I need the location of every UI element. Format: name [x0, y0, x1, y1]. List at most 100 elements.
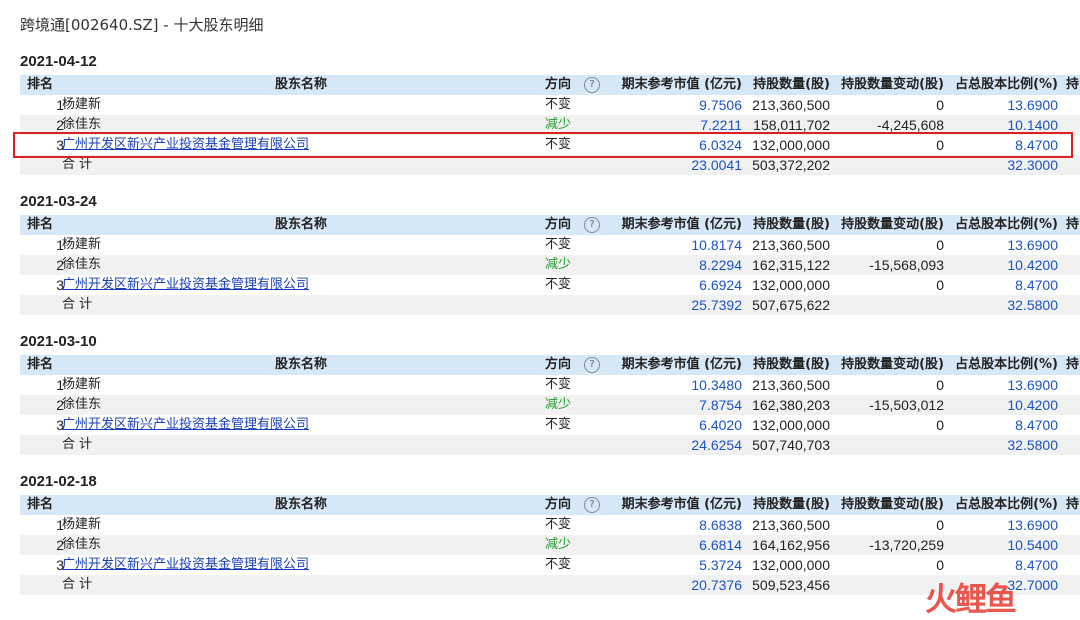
col-direction-header: 方向 [545, 357, 572, 372]
total-value-cell: 24.6254 [691, 437, 742, 453]
holder-name-link[interactable]: 广州开发区新兴产业投资基金管理有限公司 [62, 415, 309, 435]
col-shares-header: 持股数量(股) [753, 217, 830, 232]
watermark-logo: 火鲤鱼 [925, 580, 1017, 618]
col-rank-header: 排名 [27, 217, 54, 232]
direction-cell: 减少 [545, 397, 572, 412]
rank-cell: 3 [56, 417, 64, 433]
rank-cell: 2 [56, 397, 64, 413]
pct-cell: 8.4700 [1015, 277, 1058, 293]
shares-cell: 132,000,000 [752, 557, 830, 573]
change-cell: -15,568,093 [869, 257, 944, 273]
shares-cell: 213,360,500 [752, 377, 830, 393]
direction-cell: 不变 [545, 277, 572, 292]
holder-name-link[interactable]: 广州开发区新兴产业投资基金管理有限公司 [62, 275, 309, 295]
col-change-header: 持股数量变动(股) [841, 497, 944, 512]
rank-cell: 3 [56, 557, 64, 573]
section-date: 2021-03-24 [20, 193, 97, 210]
direction-cell: 不变 [545, 417, 572, 432]
rank-cell: 1 [56, 237, 64, 253]
col-direction-header: 方向 [545, 497, 572, 512]
change-cell: 0 [936, 557, 944, 573]
holder-name: 徐佳东 [62, 397, 102, 412]
col-shares-header: 持股数量(股) [753, 357, 830, 372]
col-value-header: 期末参考市值 (亿元) [621, 217, 742, 232]
col-shares-header: 持股数量(股) [753, 497, 830, 512]
shares-cell: 164,162,956 [752, 537, 830, 553]
rank-cell: 1 [56, 517, 64, 533]
holder-section: 2021-03-10 排名 股东名称 方向 期末参考市值 (亿元) 持股数量(股) 持股数量… [20, 332, 1080, 455]
value-cell: 10.8174 [691, 237, 742, 253]
holder-name: 杨建新 [62, 237, 102, 252]
value-cell: 6.6814 [699, 537, 742, 553]
total-value-cell: 25.7392 [691, 297, 742, 313]
rank-cell: 1 [56, 97, 64, 113]
change-cell: 0 [936, 517, 944, 533]
total-shares-cell: 503,372,202 [752, 157, 830, 173]
pct-cell: 13.6900 [1007, 97, 1058, 113]
direction-cell: 不变 [545, 237, 572, 252]
change-cell: 0 [936, 277, 944, 293]
change-cell: 0 [936, 417, 944, 433]
holder-name-link[interactable]: 广州开发区新兴产业投资基金管理有限公司 [62, 555, 309, 575]
change-cell: -13,720,259 [869, 537, 944, 553]
shares-cell: 162,315,122 [752, 257, 830, 273]
col-pct-header: 占总股本比例(%) [955, 77, 1058, 92]
help-icon[interactable]: ? [584, 77, 600, 93]
table-row: 1 杨建新 不变 9.7506 213,360,500 0 13.6900 [20, 95, 1080, 115]
section-date: 2021-02-18 [20, 473, 97, 490]
shares-cell: 213,360,500 [752, 237, 830, 253]
holder-name: 徐佳东 [62, 537, 102, 552]
holder-name: 杨建新 [62, 377, 102, 392]
col-truncated-header: 持 [1066, 497, 1080, 512]
change-cell: 0 [936, 97, 944, 113]
holder-name: 杨建新 [62, 517, 102, 532]
shares-cell: 162,380,203 [752, 397, 830, 413]
total-shares-cell: 507,675,622 [752, 297, 830, 313]
pct-cell: 8.4700 [1015, 417, 1058, 433]
help-icon[interactable]: ? [584, 217, 600, 233]
pct-cell: 13.6900 [1007, 377, 1058, 393]
shares-cell: 213,360,500 [752, 517, 830, 533]
value-cell: 6.4020 [699, 417, 742, 433]
pct-cell: 10.4200 [1007, 257, 1058, 273]
table-row: 2 徐佳东 减少 6.6814 164,162,956 -13,720,259 10.540… [20, 535, 1080, 555]
col-name-header: 股东名称 [275, 77, 328, 92]
col-name-header: 股东名称 [275, 357, 328, 372]
table-row: 3 广州开发区新兴产业投资基金管理有限公司 不变 5.3724 132,000,000 0… [20, 555, 1080, 575]
holder-section: 2021-02-18 排名 股东名称 方向 期末参考市值 (亿元) 持股数量(股) 持股数量… [20, 472, 1080, 595]
value-cell: 10.3480 [691, 377, 742, 393]
holder-name: 徐佳东 [62, 257, 102, 272]
help-icon[interactable]: ? [584, 357, 600, 373]
direction-cell: 不变 [545, 517, 572, 532]
table-row: 2 徐佳东 减少 7.8754 162,380,203 -15,503,012 10.420… [20, 395, 1080, 415]
value-cell: 7.8754 [699, 397, 742, 413]
table-header: 排名 股东名称 方向 期末参考市值 (亿元) 持股数量(股) 持股数量变动(股) 占总股本比… [20, 215, 1080, 235]
change-cell: 0 [936, 377, 944, 393]
col-change-header: 持股数量变动(股) [841, 77, 944, 92]
col-change-header: 持股数量变动(股) [841, 357, 944, 372]
direction-cell: 不变 [545, 377, 572, 392]
col-change-header: 持股数量变动(股) [841, 217, 944, 232]
table-row: 1 杨建新 不变 10.3480 213,360,500 0 13.6900 [20, 375, 1080, 395]
col-direction-header: 方向 [545, 77, 572, 92]
section-date: 2021-03-10 [20, 333, 97, 350]
col-pct-header: 占总股本比例(%) [955, 217, 1058, 232]
direction-cell: 减少 [545, 537, 572, 552]
shares-cell: 213,360,500 [752, 97, 830, 113]
value-cell: 5.3724 [699, 557, 742, 573]
total-pct-cell: 32.5800 [1007, 437, 1058, 453]
direction-cell: 减少 [545, 257, 572, 272]
pct-cell: 10.4200 [1007, 397, 1058, 413]
pct-cell: 13.6900 [1007, 517, 1058, 533]
help-icon[interactable]: ? [584, 497, 600, 513]
page-title: 跨境通[002640.SZ] - 十大股东明细 [20, 16, 264, 34]
col-value-header: 期末参考市值 (亿元) [621, 77, 742, 92]
table-row: 1 杨建新 不变 8.6838 213,360,500 0 13.6900 [20, 515, 1080, 535]
pct-cell: 10.5400 [1007, 537, 1058, 553]
col-pct-header: 占总股本比例(%) [955, 357, 1058, 372]
total-row: 合计 25.7392 507,675,622 32.5800 [20, 295, 1080, 315]
total-label: 合计 [62, 437, 97, 452]
col-value-header: 期末参考市值 (亿元) [621, 497, 742, 512]
col-name-header: 股东名称 [275, 497, 328, 512]
col-value-header: 期末参考市值 (亿元) [621, 357, 742, 372]
